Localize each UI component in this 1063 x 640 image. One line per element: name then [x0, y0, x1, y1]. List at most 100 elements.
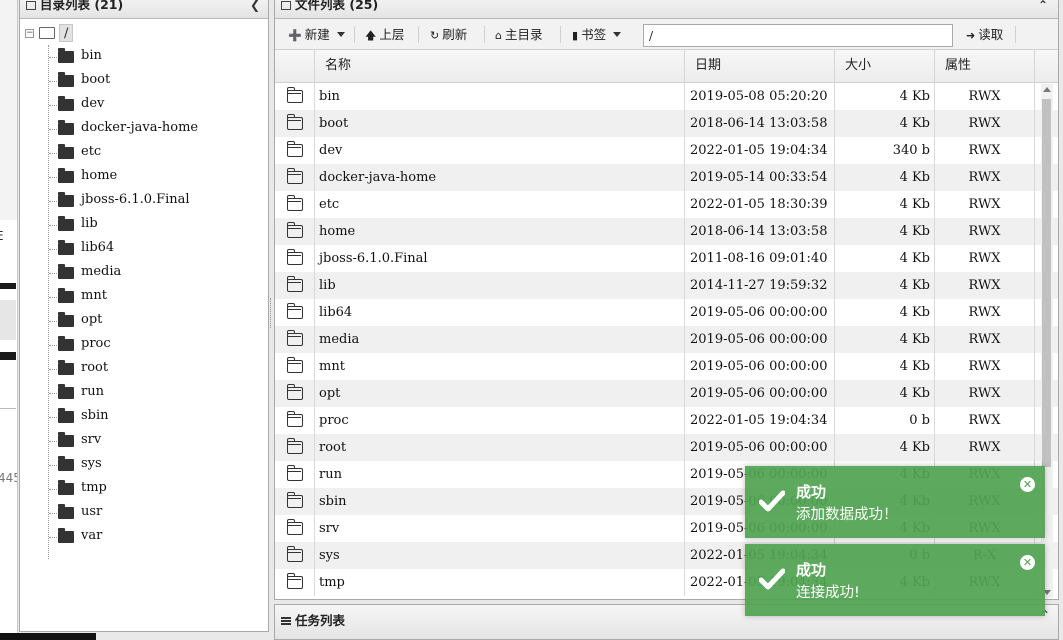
folder-outline-icon: [286, 168, 303, 184]
file-row[interactable]: lib64 2019-05-06 00:00:00 4 Kb RWX: [275, 299, 1058, 326]
tree-root[interactable]: − /: [20, 23, 268, 45]
tree-item-label[interactable]: tmp: [81, 480, 107, 495]
tree-item[interactable]: etc: [20, 141, 268, 165]
file-date-cell: 2019-05-08 05:20:20: [685, 83, 835, 110]
tree-item-label[interactable]: media: [81, 264, 121, 279]
file-row[interactable]: jboss-6.1.0.Final 2011-08-16 09:01:40 4 Kb…: [275, 245, 1058, 272]
file-attr-cell: RWX: [935, 380, 1035, 407]
column-header-date[interactable]: 日期: [685, 50, 835, 83]
read-button[interactable]: ➜ 读取: [961, 23, 1008, 47]
success-toast[interactable]: 成功 添加数据成功！ ✕: [745, 466, 1045, 538]
tree-item-label[interactable]: proc: [81, 336, 111, 351]
tree-item-label[interactable]: dev: [81, 96, 104, 111]
tree-item[interactable]: srv: [20, 429, 268, 453]
file-row[interactable]: opt 2019-05-06 00:00:00 4 Kb RWX: [275, 380, 1058, 407]
file-row[interactable]: home 2018-06-14 13:03:58 4 Kb RWX: [275, 218, 1058, 245]
tree-item[interactable]: docker-java-home: [20, 117, 268, 141]
tree-item-label[interactable]: root: [81, 360, 108, 375]
file-row[interactable]: dev 2022-01-05 19:04:34 340 b RWX: [275, 137, 1058, 164]
tree-item-label[interactable]: opt: [81, 312, 102, 327]
tree-item[interactable]: lib64: [20, 237, 268, 261]
success-toast[interactable]: 成功 连接成功! ✕: [745, 544, 1045, 616]
scroll-up-icon[interactable]: [1043, 87, 1051, 92]
tree-item[interactable]: jboss-6.1.0.Final: [20, 189, 268, 213]
tree-item[interactable]: home: [20, 165, 268, 189]
refresh-button[interactable]: ↻ 刷新: [425, 23, 472, 47]
tree-item-label[interactable]: home: [81, 168, 117, 183]
folder-icon: [58, 264, 74, 279]
arrow-up-icon: 🡅: [365, 29, 377, 42]
tree-item[interactable]: root: [20, 357, 268, 381]
tree-item-label[interactable]: usr: [81, 504, 102, 519]
tree-item[interactable]: boot: [20, 69, 268, 93]
tree-item-label[interactable]: sbin: [81, 408, 109, 423]
file-row[interactable]: lib 2014-11-27 19:59:32 4 Kb RWX: [275, 272, 1058, 299]
tree-item[interactable]: usr: [20, 501, 268, 525]
column-header-attr[interactable]: 属性: [935, 50, 1035, 83]
tree-item-label[interactable]: jboss-6.1.0.Final: [81, 192, 190, 207]
column-header-name[interactable]: 名称: [315, 50, 685, 83]
tree-item[interactable]: run: [20, 381, 268, 405]
file-row[interactable]: proc 2022-01-05 19:04:34 0 b RWX: [275, 407, 1058, 434]
file-attr-cell: RWX: [935, 407, 1035, 434]
tree-item[interactable]: mnt: [20, 285, 268, 309]
tree-item[interactable]: lib: [20, 213, 268, 237]
file-size-cell: 4 Kb: [835, 353, 935, 380]
collapse-toggle-icon[interactable]: −: [25, 29, 34, 38]
tree-item[interactable]: var: [20, 525, 268, 549]
tree-item-label[interactable]: etc: [81, 144, 101, 159]
close-icon[interactable]: ✕: [1020, 555, 1035, 570]
tree-item-label[interactable]: sys: [81, 456, 102, 471]
close-icon[interactable]: ✕: [1020, 477, 1035, 492]
file-row[interactable]: media 2019-05-06 00:00:00 4 Kb RWX: [275, 326, 1058, 353]
file-date-cell: 2022-01-05 19:04:34: [685, 407, 835, 434]
tree-root-label[interactable]: /: [59, 24, 74, 42]
tree-item-label[interactable]: srv: [81, 432, 101, 447]
folder-icon: [58, 336, 74, 351]
chevron-up-icon[interactable]: ⌃: [1038, 0, 1048, 17]
home-button[interactable]: ⌂ 主目录: [490, 23, 548, 47]
splitter-grip[interactable]: [270, 298, 272, 328]
tree-item[interactable]: opt: [20, 309, 268, 333]
file-name-cell: etc: [315, 191, 685, 218]
tree-item[interactable]: dev: [20, 93, 268, 117]
tree-item-label[interactable]: boot: [81, 72, 110, 87]
file-row[interactable]: boot 2018-06-14 13:03:58 4 Kb RWX: [275, 110, 1058, 137]
file-date-cell: 2019-05-06 00:00:00: [685, 380, 835, 407]
file-row[interactable]: mnt 2019-05-06 00:00:00 4 Kb RWX: [275, 353, 1058, 380]
file-row-icon-cell: [275, 488, 315, 515]
file-row[interactable]: etc 2022-01-05 18:30:39 4 Kb RWX: [275, 191, 1058, 218]
file-date-cell: 2019-05-06 00:00:00: [685, 299, 835, 326]
checkmark-icon: [759, 568, 785, 590]
file-row[interactable]: docker-java-home 2019-05-14 00:33:54 4 Kb R…: [275, 164, 1058, 191]
chevron-left-icon[interactable]: ❮: [250, 0, 260, 17]
tree-item[interactable]: bin: [20, 45, 268, 69]
tree-item-label[interactable]: lib64: [81, 240, 114, 255]
new-button[interactable]: ➕ 新建: [283, 23, 350, 47]
file-attr-cell: RWX: [935, 299, 1035, 326]
tree-item-label[interactable]: run: [81, 384, 104, 399]
tree-item-label[interactable]: mnt: [81, 288, 107, 303]
background-number: 445: [0, 471, 17, 485]
tree-item-label[interactable]: docker-java-home: [81, 120, 198, 135]
folder-outline-icon: [286, 384, 303, 400]
toolbar-divider: [1015, 26, 1016, 43]
path-input[interactable]: [643, 24, 953, 47]
tree-item[interactable]: proc: [20, 333, 268, 357]
file-row[interactable]: root 2019-05-06 00:00:00 4 Kb RWX: [275, 434, 1058, 461]
tree-item-label[interactable]: bin: [81, 48, 102, 63]
bookmark-button[interactable]: ▮ 书签: [567, 23, 626, 47]
task-list-header[interactable]: 任务列表: [281, 610, 345, 629]
tree-item[interactable]: media: [20, 261, 268, 285]
file-row[interactable]: bin 2019-05-08 05:20:20 4 Kb RWX: [275, 83, 1058, 110]
folder-icon: [58, 432, 74, 447]
tree-item[interactable]: sys: [20, 453, 268, 477]
tree-item[interactable]: sbin: [20, 405, 268, 429]
scrollbar-thumb[interactable]: [1042, 99, 1051, 467]
column-header-size[interactable]: 大小: [835, 50, 935, 83]
tree-item[interactable]: tmp: [20, 477, 268, 501]
up-level-button[interactable]: 🡅 上层: [360, 23, 409, 47]
folder-icon: [58, 120, 74, 135]
tree-item-label[interactable]: lib: [81, 216, 98, 231]
tree-item-label[interactable]: var: [81, 528, 102, 543]
